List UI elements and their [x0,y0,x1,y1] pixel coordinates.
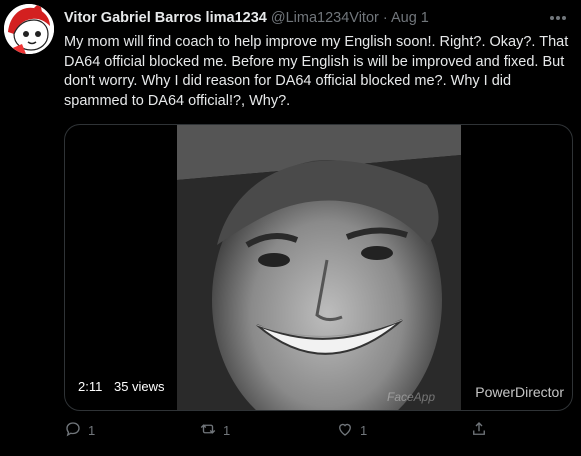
tweet[interactable]: Vitor Gabriel Barros lima1234 @Lima1234V… [0,0,581,456]
like-button[interactable]: 1 [336,420,367,441]
share-button[interactable] [470,420,488,441]
retweet-icon [199,420,217,441]
share-icon [470,420,488,441]
video-meta: 2:11 35 views [71,377,172,396]
like-count: 1 [360,423,368,438]
faceapp-watermark: FaceApp [387,390,436,404]
author-handle[interactable]: @Lima1234Vitor [271,10,379,26]
tweet-actions: 1 1 1 [64,420,534,444]
more-icon[interactable] [549,8,567,22]
reply-button[interactable]: 1 [64,420,95,441]
author-name[interactable]: Vitor Gabriel Barros lima1234 [64,10,267,26]
tweet-text: My mom will find coach to help improve m… [64,34,569,109]
reply-count: 1 [88,423,96,438]
retweet-button[interactable]: 1 [199,420,230,441]
video-duration: 2:11 [78,379,103,394]
tweet-date[interactable]: Aug 1 [391,10,429,26]
video-frame[interactable] [177,125,461,410]
powerdirector-watermark: PowerDirector [475,384,564,400]
avatar[interactable] [4,4,54,54]
video-player[interactable]: 2:11 35 views FaceApp PowerDirector [64,124,573,411]
reply-icon [64,420,82,441]
tweet-header: Vitor Gabriel Barros lima1234 @Lima1234V… [64,9,541,27]
video-views: 35 views [113,379,165,394]
separator: · [382,10,388,26]
retweet-count: 1 [223,423,231,438]
heart-icon [336,420,354,441]
